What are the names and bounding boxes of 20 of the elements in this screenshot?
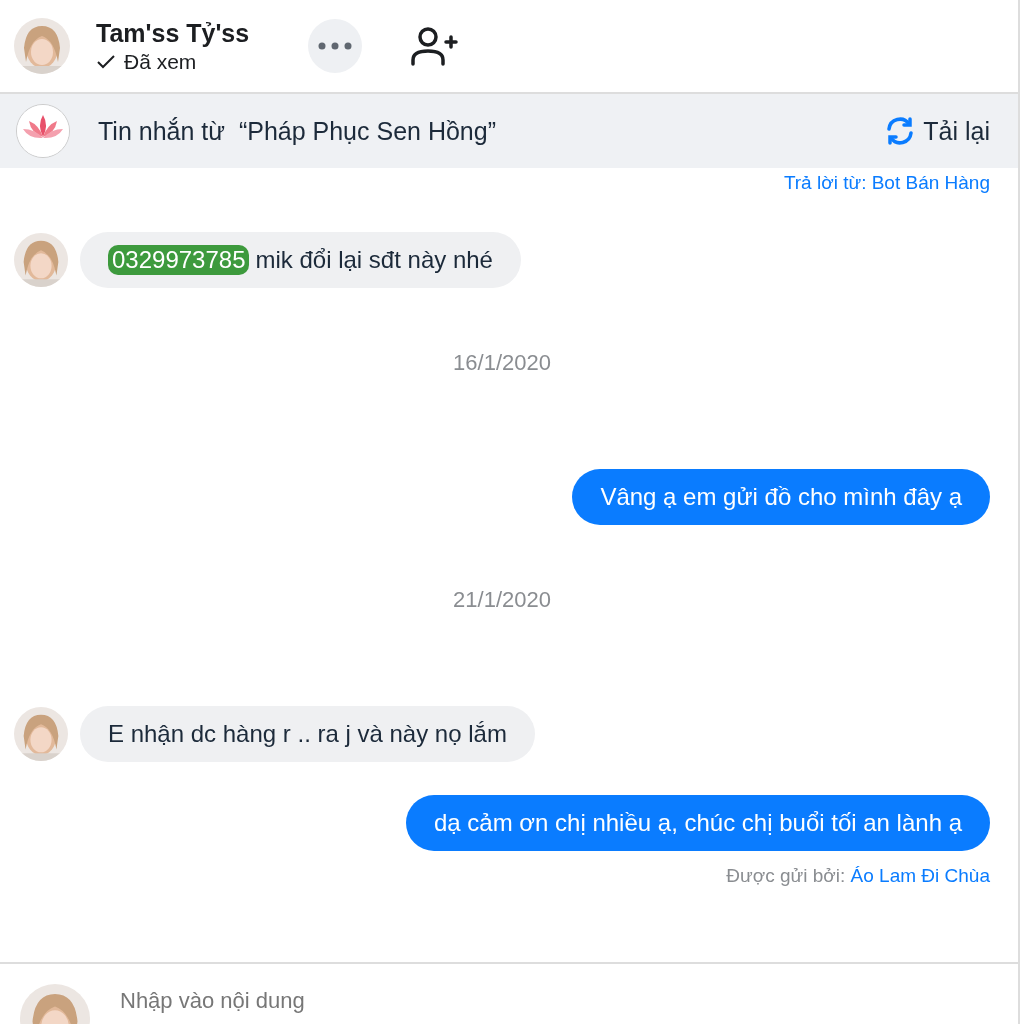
- more-icon: [318, 42, 352, 50]
- check-icon: [96, 53, 116, 70]
- message-text: E nhận dc hàng r .. ra j và này nọ lắm: [108, 720, 507, 748]
- add-friend-button[interactable]: [410, 26, 458, 66]
- message-text: mik đổi lại sđt này nhé: [255, 246, 493, 274]
- date-separator: 21/1/2020: [453, 587, 551, 613]
- banner-text: Tin nhắn từ “Pháp Phục Sen Hồng”: [98, 116, 497, 146]
- sender-link[interactable]: Áo Lam Đi Chùa: [850, 865, 990, 886]
- refresh-icon: [885, 116, 916, 146]
- contact-name: Tam'ss Tỷ'ss: [96, 18, 251, 48]
- date-separator: 16/1/2020: [453, 350, 551, 376]
- seen-status: Đã xem: [96, 49, 282, 74]
- message-bubble: Vâng ạ em gửi đồ cho mình đây ạ: [572, 469, 990, 525]
- sender-label: Được gửi bởi:: [726, 865, 847, 886]
- message-bubble: dạ cảm ơn chị nhiều ạ, chúc chị buổi tối an lành ạ: [405, 795, 990, 851]
- reload-button[interactable]: Tải lại: [885, 116, 990, 146]
- lotus-logo-icon: [16, 104, 70, 158]
- sender-link[interactable]: Trả lời từ: Bot Bán Hàng: [783, 172, 990, 193]
- phone-number-tag: 0329973785: [108, 245, 250, 275]
- add-person-icon: [410, 26, 458, 66]
